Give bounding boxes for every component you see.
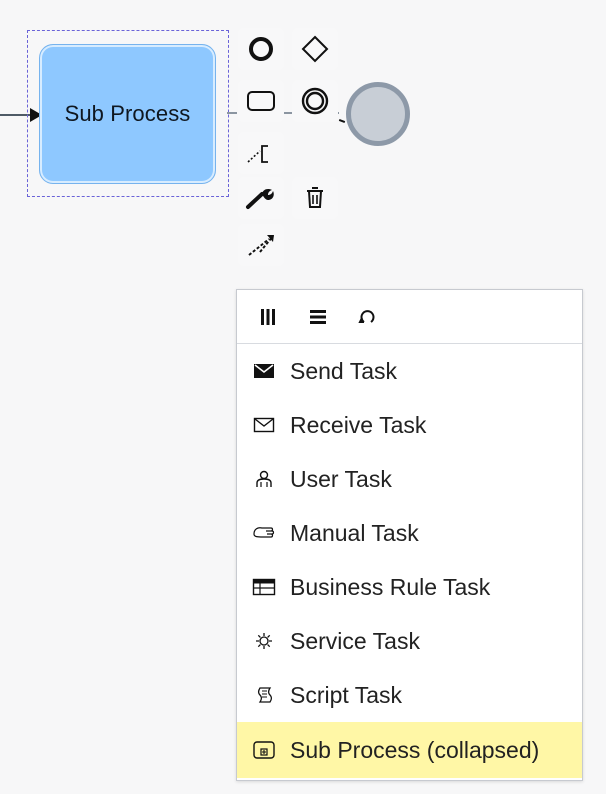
connect-button[interactable]: [238, 224, 284, 266]
connector-segment: [227, 112, 237, 114]
menu-item-subprocess-collapsed[interactable]: Sub Process (collapsed): [237, 722, 582, 778]
service-task-icon: [246, 626, 282, 656]
change-type-button[interactable]: [238, 177, 284, 219]
diamond-icon: [300, 34, 330, 64]
bpmn-canvas: Sub Process Send Task Receive Task User …: [0, 0, 606, 794]
append-gateway-button[interactable]: [292, 28, 338, 70]
user-task-icon: [246, 464, 282, 494]
event-marker-tick: [338, 119, 346, 123]
trash-icon: [300, 183, 330, 213]
append-text-annotation-button[interactable]: [238, 132, 284, 174]
menu-item-label: Receive Task: [290, 411, 427, 438]
menu-list: Send Task Receive Task User Task Manual …: [237, 344, 582, 778]
connect-arrow-icon: [244, 230, 278, 260]
append-intermediate-event-button[interactable]: [292, 80, 338, 122]
receive-task-icon: [246, 410, 282, 440]
sequential-multi-instance-icon[interactable]: [305, 304, 331, 330]
menu-item-label: Business Rule Task: [290, 573, 491, 600]
menu-item-label: Service Task: [290, 627, 420, 654]
parallel-multi-instance-icon[interactable]: [255, 304, 281, 330]
script-task-icon: [246, 680, 282, 710]
subprocess-label: Sub Process: [64, 101, 191, 126]
menu-item-label: Sub Process (collapsed): [290, 736, 540, 763]
wrench-icon: [244, 184, 278, 212]
rounded-rect-icon: [245, 87, 277, 115]
append-task-button[interactable]: [238, 80, 284, 122]
business-rule-task-icon: [246, 572, 282, 602]
menu-item-manual-task[interactable]: Manual Task: [237, 506, 582, 560]
menu-item-business-rule-task[interactable]: Business Rule Task: [237, 560, 582, 614]
double-circle-icon: [298, 84, 332, 118]
loop-icon[interactable]: [355, 304, 381, 330]
append-start-event-button[interactable]: [238, 28, 284, 70]
menu-item-service-task[interactable]: Service Task: [237, 614, 582, 668]
subprocess-shape[interactable]: Sub Process: [39, 44, 216, 184]
menu-item-user-task[interactable]: User Task: [237, 452, 582, 506]
menu-item-label: Send Task: [290, 357, 397, 384]
manual-task-icon: [246, 518, 282, 548]
menu-item-label: User Task: [290, 465, 392, 492]
menu-item-send-task[interactable]: Send Task: [237, 344, 582, 398]
menu-item-receive-task[interactable]: Receive Task: [237, 398, 582, 452]
circle-outline-icon: [247, 35, 275, 63]
send-task-icon: [246, 356, 282, 386]
subprocess-collapsed-icon: [246, 735, 282, 765]
menu-header: [237, 290, 582, 344]
end-event-preview: [346, 82, 410, 146]
delete-button[interactable]: [292, 177, 338, 219]
menu-item-label: Manual Task: [290, 519, 419, 546]
annotation-icon: [244, 138, 278, 168]
replace-menu: Send Task Receive Task User Task Manual …: [236, 289, 583, 781]
menu-item-label: Script Task: [290, 681, 403, 708]
menu-item-script-task[interactable]: Script Task: [237, 668, 582, 722]
